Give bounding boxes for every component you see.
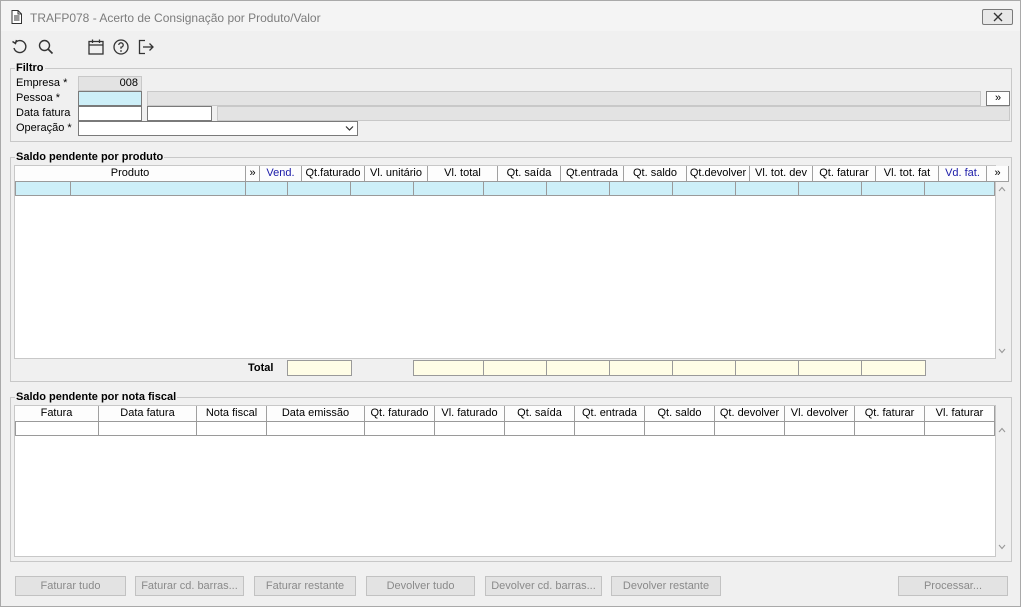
column-header[interactable]: Vl. faturar [925, 406, 995, 422]
close-icon [993, 12, 1003, 22]
calendar-icon[interactable] [87, 38, 105, 56]
column-header[interactable]: Qt. faturar [813, 166, 876, 182]
pessoa-lookup-button[interactable]: » [986, 91, 1010, 106]
chevron-down-icon[interactable] [998, 348, 1006, 354]
produto-legend: Saldo pendente por produto [15, 151, 165, 163]
exit-icon[interactable] [137, 38, 155, 56]
column-header[interactable]: » [987, 166, 1009, 182]
column-header[interactable]: Vl. unitário [365, 166, 428, 182]
total-qt-faturado [287, 360, 352, 376]
faturar-tudo-button[interactable]: Faturar tudo [15, 576, 126, 596]
nota-grid-header: Fatura Data fatura Nota fiscal Data emis… [15, 406, 995, 422]
faturar-restante-button[interactable]: Faturar restante [254, 576, 356, 596]
total-qt-entrada [546, 360, 610, 376]
nota-grid[interactable]: Fatura Data fatura Nota fiscal Data emis… [14, 405, 996, 557]
column-header[interactable]: Vl. tot. fat [876, 166, 939, 182]
column-header[interactable]: Qt. saldo [624, 166, 687, 182]
column-header[interactable]: Qt. entrada [575, 406, 645, 422]
refresh-icon[interactable] [11, 38, 29, 56]
toolbar [1, 34, 1020, 60]
column-header[interactable]: Vend. [260, 166, 302, 182]
total-vl-total [413, 360, 484, 376]
chevron-down-icon [345, 126, 354, 131]
column-header[interactable]: Qt. faturar [855, 406, 925, 422]
column-header[interactable]: Vl. devolver [785, 406, 855, 422]
column-header[interactable]: Fatura [15, 406, 99, 422]
total-qt-saida [483, 360, 547, 376]
column-header[interactable]: Vd. fat. [939, 166, 987, 182]
operacao-label: Operação * [16, 122, 72, 134]
devolver-restante-button[interactable]: Devolver restante [611, 576, 721, 596]
window-title: TRAFP078 - Acerto de Consignação por Pro… [30, 11, 321, 25]
total-vl-tot-fat [861, 360, 926, 376]
produto-scrollbar[interactable] [995, 181, 1009, 359]
table-row[interactable] [15, 181, 995, 196]
column-header[interactable]: Qt. saída [498, 166, 561, 182]
column-header[interactable]: Data fatura [99, 406, 197, 422]
total-qt-devolver [672, 360, 736, 376]
document-icon [11, 10, 22, 24]
data-fatura-info-field [217, 106, 1010, 121]
chevron-up-icon[interactable] [998, 427, 1006, 433]
total-vl-tot-dev [735, 360, 799, 376]
table-row[interactable] [15, 421, 995, 436]
column-header[interactable]: Qt. saída [505, 406, 575, 422]
filtro-legend: Filtro [15, 62, 45, 74]
search-icon[interactable] [37, 38, 55, 56]
column-header[interactable]: Qt.entrada [561, 166, 624, 182]
column-header[interactable]: Vl. total [428, 166, 498, 182]
pessoa-code-field[interactable] [78, 91, 142, 106]
main-window: TRAFP078 - Acerto de Consignação por Pro… [0, 0, 1021, 607]
data-fatura-label: Data fatura [16, 107, 71, 119]
column-header[interactable]: Qt. saldo [645, 406, 715, 422]
chevron-up-icon[interactable] [998, 186, 1006, 192]
total-label: Total [248, 362, 274, 374]
data-fatura-to-field[interactable] [147, 106, 212, 121]
column-header[interactable]: Vl. faturado [435, 406, 505, 422]
devolver-tudo-button[interactable]: Devolver tudo [366, 576, 475, 596]
data-fatura-from-field[interactable] [78, 106, 142, 121]
column-header[interactable]: Vl. tot. dev [750, 166, 813, 182]
column-header[interactable]: Qt.faturado [302, 166, 365, 182]
column-header[interactable]: Data emissão [267, 406, 365, 422]
column-header[interactable]: Qt.devolver [687, 166, 750, 182]
pessoa-label: Pessoa * [16, 92, 61, 104]
column-header[interactable]: Nota fiscal [197, 406, 267, 422]
column-header[interactable]: » [246, 166, 260, 182]
close-button[interactable] [982, 9, 1013, 25]
column-header[interactable]: Qt. faturado [365, 406, 435, 422]
empresa-label: Empresa * [16, 77, 68, 89]
column-header[interactable]: Produto [15, 166, 246, 182]
nota-scrollbar[interactable] [995, 421, 1009, 557]
processar-button[interactable]: Processar... [898, 576, 1008, 596]
help-icon[interactable] [112, 38, 130, 56]
operacao-select[interactable] [78, 121, 358, 136]
pessoa-name-field [147, 91, 981, 106]
produto-grid-header: Produto » Vend. Qt.faturado Vl. unitário… [15, 166, 1009, 182]
empresa-field[interactable]: 008 [78, 76, 142, 91]
nota-legend: Saldo pendente por nota fiscal [15, 391, 178, 403]
chevron-down-icon[interactable] [998, 544, 1006, 550]
column-header[interactable]: Qt. devolver [715, 406, 785, 422]
devolver-cd-barras-button[interactable]: Devolver cd. barras... [485, 576, 602, 596]
faturar-cd-barras-button[interactable]: Faturar cd. barras... [135, 576, 244, 596]
total-qt-saldo [609, 360, 673, 376]
title-bar: TRAFP078 - Acerto de Consignação por Pro… [1, 1, 1020, 31]
produto-grid[interactable]: Produto » Vend. Qt.faturado Vl. unitário… [14, 165, 1009, 359]
total-qt-faturar [798, 360, 862, 376]
